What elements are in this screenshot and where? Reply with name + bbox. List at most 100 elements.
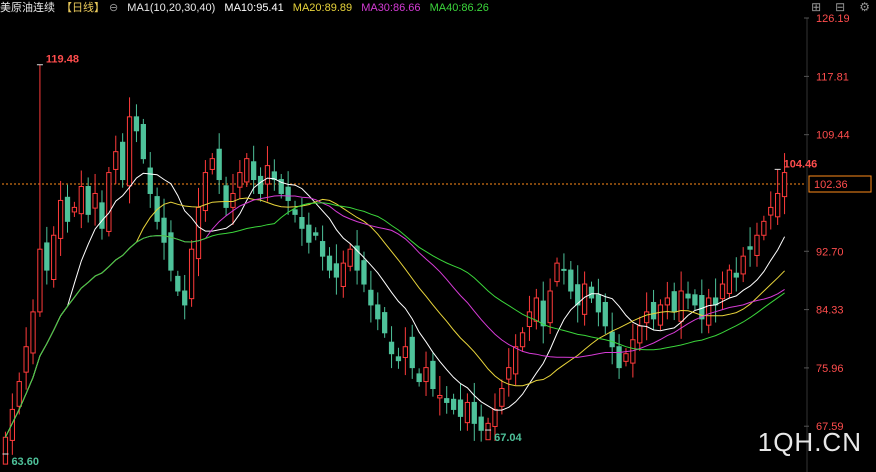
- candle-body: [388, 341, 395, 355]
- candle-body: [92, 192, 98, 209]
- candle-body: [64, 196, 71, 222]
- candle-body: [23, 346, 29, 373]
- candle-body: [706, 297, 712, 326]
- candle-body: [671, 291, 677, 313]
- candle-body: [209, 158, 215, 170]
- lock-icon[interactable]: ⊖: [109, 2, 118, 14]
- candle-body: [395, 356, 402, 362]
- candle-body: [664, 297, 670, 306]
- candle-body: [251, 161, 257, 181]
- candle-body: [340, 262, 346, 287]
- candle-body: [44, 242, 50, 271]
- candle-body: [733, 272, 739, 278]
- candle-body: [106, 172, 112, 232]
- candle-body: [223, 185, 229, 208]
- ma10-value: MA10:95.41: [224, 2, 284, 14]
- candle-body: [182, 290, 188, 306]
- candle-body: [140, 124, 146, 160]
- candle-body: [333, 263, 340, 278]
- candle-body: [175, 275, 181, 292]
- candle-body: [99, 202, 105, 229]
- candle-body: [740, 255, 746, 275]
- candle-body: [595, 294, 602, 313]
- candle-body: [444, 398, 450, 403]
- candle-body: [313, 232, 319, 236]
- y-tick-label: 109.44: [816, 130, 850, 142]
- candle-body: [326, 255, 333, 271]
- candle-body: [450, 398, 457, 410]
- chart-header: 美原油连续 【日线】 ⊖ MA1(10,20,30,40) MA10:95.41 M…: [0, 0, 740, 18]
- candle-body: [347, 248, 353, 267]
- candle-body: [216, 148, 222, 181]
- candle-body: [133, 116, 140, 132]
- candle-body: [768, 206, 774, 216]
- candle-body: [430, 360, 436, 390]
- candle-body: [775, 192, 781, 218]
- candle-body: [678, 290, 684, 322]
- candle-body: [568, 269, 574, 292]
- candle-body: [402, 346, 408, 359]
- candle-body: [533, 297, 539, 322]
- candle-body: [485, 422, 491, 441]
- candle-body: [747, 246, 753, 250]
- candle-body: [57, 199, 64, 239]
- settings-icon[interactable]: ⚙: [859, 0, 870, 16]
- candle-body: [526, 311, 533, 328]
- current-price-label: 102.36: [814, 179, 848, 191]
- annotation-label: 119.48: [46, 54, 79, 66]
- candle-body: [657, 304, 664, 326]
- candle-body: [319, 241, 326, 257]
- zoom-in-icon[interactable]: ⊞: [811, 0, 821, 16]
- candle-body: [616, 346, 622, 369]
- candle-body: [292, 209, 298, 215]
- candle-body: [30, 311, 36, 354]
- ma40-value: MA40:86.26: [429, 2, 489, 14]
- candle-body: [644, 311, 650, 324]
- ma20-value: MA20:89.89: [292, 2, 353, 14]
- candle-body: [147, 167, 153, 194]
- candle-body: [588, 286, 595, 299]
- candle-body: [609, 331, 615, 348]
- watermark: 1QH.CN: [757, 427, 862, 457]
- candle-body: [754, 234, 760, 256]
- candle-body: [547, 290, 553, 324]
- annotation-label: 67.04: [494, 432, 522, 444]
- candle-body: [437, 394, 443, 399]
- candle-body: [78, 186, 84, 215]
- candle-body: [161, 217, 167, 243]
- ma40-line: [4, 202, 785, 438]
- candle-body: [237, 172, 243, 188]
- candle-body: [51, 234, 57, 281]
- candlestick-chart[interactable]: 126.19117.81109.4492.7084.3375.9667.5910…: [0, 0, 876, 472]
- candle-body: [506, 367, 512, 380]
- candle-body: [692, 294, 698, 306]
- candle-body: [71, 206, 78, 213]
- candle-body: [478, 416, 484, 431]
- candle-body: [126, 116, 133, 187]
- candle-body: [37, 248, 43, 313]
- candle-body: [264, 165, 271, 185]
- ma-indicator-title[interactable]: MA1(10,20,30,40): [127, 2, 215, 14]
- candle-body: [2, 436, 9, 465]
- y-tick-label: 75.96: [816, 363, 844, 375]
- y-tick-label: 117.81: [816, 71, 849, 83]
- candle-body: [499, 388, 505, 407]
- candle-body: [120, 141, 126, 181]
- candle-body: [375, 304, 381, 320]
- annotation-label: 63.60: [11, 456, 39, 468]
- chart-toolbar: ⊞ ⊟ ⚙: [811, 0, 870, 16]
- candle-body: [168, 232, 174, 271]
- y-tick-label: 92.70: [816, 246, 844, 258]
- candle-body: [685, 293, 691, 299]
- candle-body: [513, 346, 519, 375]
- candle-body: [361, 260, 367, 285]
- candle-body: [726, 269, 733, 294]
- period-selector[interactable]: 【日线】: [61, 2, 105, 14]
- candle-body: [113, 151, 119, 170]
- candle-body: [423, 367, 429, 383]
- annotation-label: 104.46: [784, 158, 818, 170]
- candle-body: [457, 399, 464, 417]
- zoom-out-icon[interactable]: ⊟: [835, 0, 845, 16]
- candle-body: [554, 262, 560, 283]
- candle-body: [9, 408, 15, 441]
